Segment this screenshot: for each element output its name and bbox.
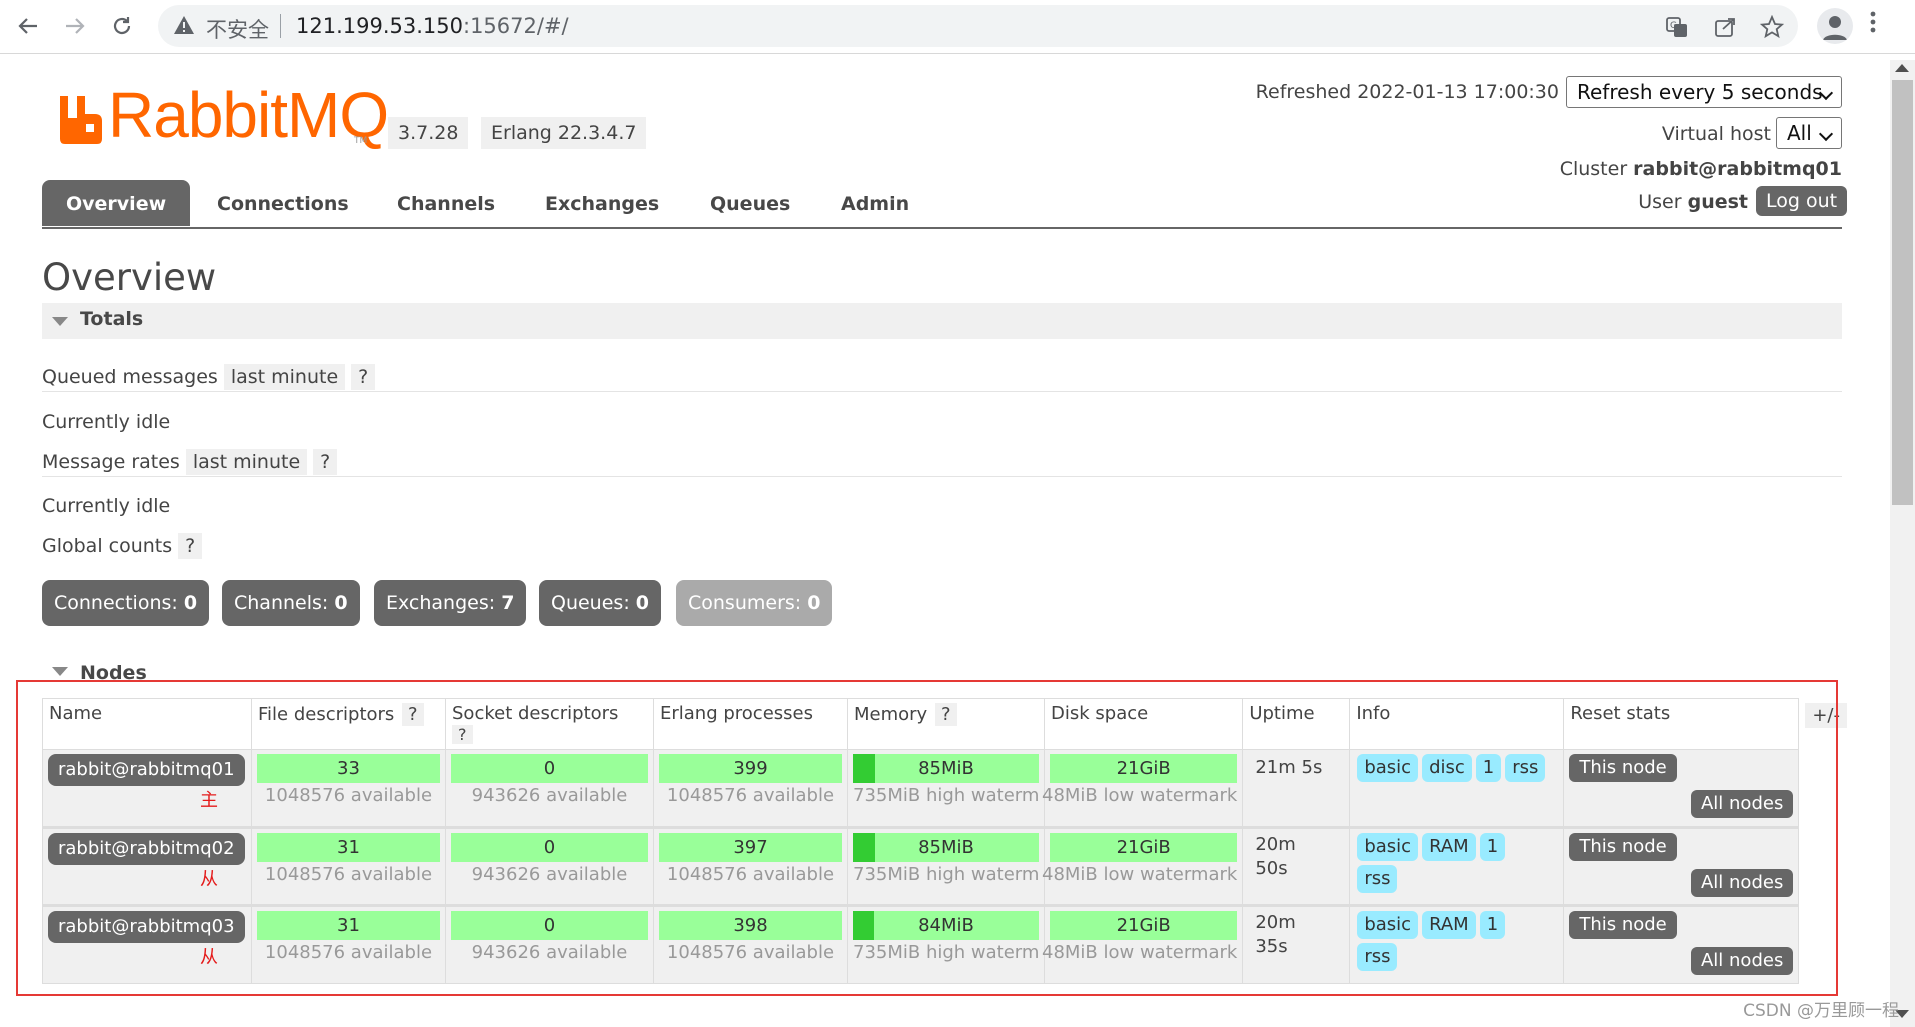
- message-rates-row: Message rates last minute?: [42, 449, 338, 475]
- address-separator: [280, 14, 281, 38]
- rabbitmq-version: 3.7.28: [388, 117, 469, 149]
- totals-section-header[interactable]: Totals: [42, 303, 1842, 339]
- tab-exchanges[interactable]: Exchanges: [545, 180, 659, 226]
- virtual-host-select[interactable]: All: [1776, 117, 1842, 149]
- forward-icon[interactable]: [57, 8, 93, 44]
- tab-admin[interactable]: Admin: [841, 180, 909, 226]
- share-icon[interactable]: [1712, 14, 1738, 40]
- translate-icon[interactable]: G: [1664, 14, 1690, 40]
- collapse-triangle-icon: [52, 667, 68, 676]
- totals-section-label: Totals: [80, 308, 144, 330]
- annotation-highlight-box: [16, 680, 1838, 996]
- tab-channels[interactable]: Channels: [397, 180, 495, 226]
- scroll-up-icon[interactable]: [1895, 64, 1909, 72]
- queued-messages-row: Queued messages last minute?: [42, 364, 376, 390]
- url-text[interactable]: 121.199.53.150:15672/#/: [296, 14, 569, 38]
- exchanges-count-button[interactable]: Exchanges: 7: [374, 580, 527, 626]
- divider: [42, 391, 1842, 392]
- logo-trademark: TM: [354, 136, 368, 146]
- message-rates-label: Message rates: [42, 451, 180, 473]
- divider: [42, 476, 1842, 477]
- warning-icon[interactable]: [172, 14, 198, 38]
- cluster-name: rabbit@rabbitmq01: [1633, 158, 1842, 180]
- queued-messages-range-chip[interactable]: last minute: [223, 364, 346, 390]
- channels-count-button[interactable]: Channels: 0: [222, 580, 360, 626]
- scrollbar-thumb[interactable]: [1892, 80, 1913, 505]
- address-bar[interactable]: 不安全 121.199.53.150:15672/#/ G: [158, 5, 1798, 47]
- tab-connections[interactable]: Connections: [217, 180, 349, 226]
- message-rates-help[interactable]: ?: [313, 449, 338, 475]
- tabs-underline: [42, 227, 1842, 229]
- queued-messages-help[interactable]: ?: [351, 364, 376, 390]
- refresh-interval-select[interactable]: Refresh every 5 seconds: [1566, 76, 1842, 108]
- tab-queues[interactable]: Queues: [710, 180, 790, 226]
- consumers-count-button[interactable]: Consumers: 0: [676, 580, 833, 626]
- message-rates-range-chip[interactable]: last minute: [185, 449, 308, 475]
- cluster-label: Cluster: [1559, 158, 1628, 180]
- back-icon[interactable]: [10, 8, 46, 44]
- virtual-host-label: Virtual host: [1661, 123, 1771, 145]
- logo-wordmark: RabbitMQ: [108, 79, 389, 151]
- collapse-triangle-icon: [52, 317, 68, 326]
- reload-icon[interactable]: [104, 8, 140, 44]
- queued-messages-label: Queued messages: [42, 366, 218, 388]
- connections-count-button[interactable]: Connections: 0: [42, 580, 210, 626]
- queued-messages-status: Currently idle: [42, 411, 171, 433]
- csdn-watermark: CSDN @万里顾一程: [1743, 1001, 1899, 1021]
- page-title: Overview: [42, 256, 217, 299]
- global-counts-row: Global counts?: [42, 533, 203, 559]
- global-counts-label: Global counts: [42, 535, 173, 557]
- chevron-down-icon: [1818, 126, 1834, 142]
- browser-toolbar: 不安全 121.199.53.150:15672/#/ G: [0, 0, 1915, 54]
- rabbitmq-logo-icon: [60, 96, 102, 144]
- svg-text:G: G: [1670, 21, 1677, 31]
- cluster-info: Cluster rabbit@rabbitmq01: [1560, 158, 1842, 180]
- queues-count-button[interactable]: Queues: 0: [539, 580, 661, 626]
- global-counts-help[interactable]: ?: [178, 533, 203, 559]
- insecure-label: 不安全: [206, 18, 269, 42]
- refreshed-timestamp: Refreshed 2022-01-13 17:00:30: [1255, 81, 1559, 103]
- main-nav-tabs: Overview Connections Channels Exchanges …: [42, 180, 1842, 228]
- erlang-version: Erlang 22.3.4.7: [481, 117, 647, 149]
- profile-avatar-icon[interactable]: [1817, 8, 1853, 44]
- message-rates-status: Currently idle: [42, 495, 171, 517]
- browser-menu-icon[interactable]: [1870, 10, 1876, 41]
- bookmark-star-icon[interactable]: [1759, 14, 1785, 40]
- tab-overview[interactable]: Overview: [42, 180, 191, 226]
